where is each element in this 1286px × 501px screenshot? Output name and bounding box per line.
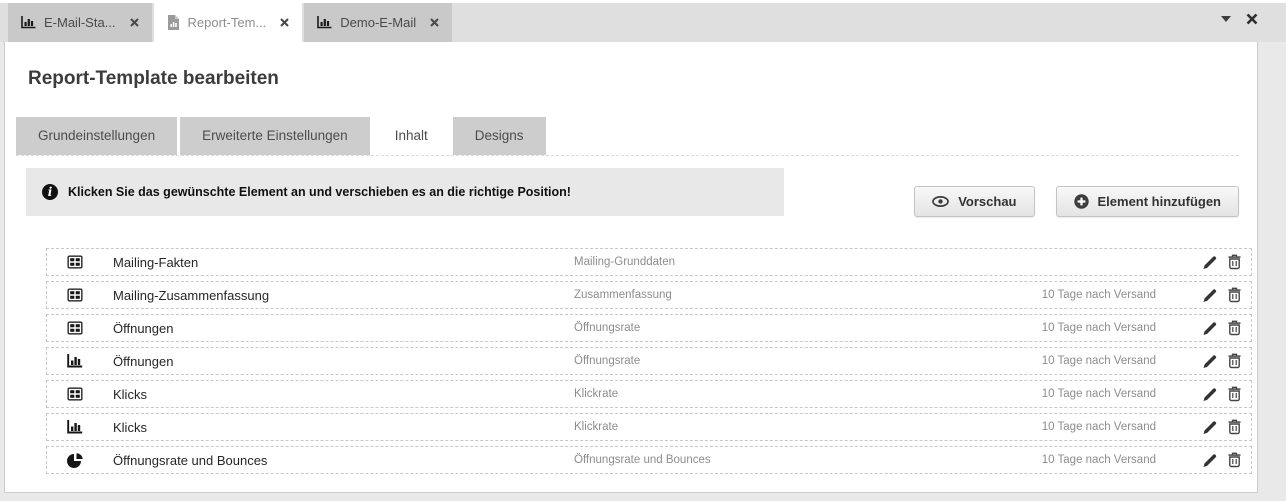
caret-down-icon[interactable]: [1221, 16, 1231, 22]
element-title: Mailing-Zusammenfassung: [113, 288, 269, 303]
toolbar: i Klicken Sie das gewünschte Element an …: [26, 168, 1239, 217]
table-icon: [67, 255, 83, 269]
pie-chart-icon: [67, 453, 83, 468]
element-type-icon-cell: [67, 354, 86, 368]
element-type-label: Öffnungsrate: [574, 355, 640, 367]
window-tab-bar: E-Mail-Sta... Report-Tem...: [0, 0, 1286, 42]
close-icon[interactable]: [1246, 13, 1258, 25]
element-title: Mailing-Fakten: [113, 255, 198, 270]
page-title: Report-Template bearbeiten: [28, 68, 1239, 90]
bar-chart-icon: [21, 16, 36, 29]
table-icon: [67, 321, 83, 335]
delete-trash-icon[interactable]: [1228, 420, 1241, 435]
element-schedule: 10 Tage nach Versand: [1042, 421, 1156, 433]
plus-circle-icon: [1074, 194, 1089, 209]
element-type-label: Mailing-Grunddaten: [574, 256, 675, 268]
delete-trash-icon[interactable]: [1228, 321, 1241, 336]
settings-tab[interactable]: Grundeinstellungen: [16, 117, 177, 155]
preview-button-label: Vorschau: [958, 194, 1016, 209]
content-panel: Report-Template bearbeiten Grundeinstell…: [4, 42, 1258, 493]
edit-pencil-icon[interactable]: [1203, 354, 1217, 368]
element-type-icon-cell: [67, 420, 86, 434]
edit-pencil-icon[interactable]: [1203, 453, 1217, 467]
element-title: Öffnungen: [113, 354, 173, 369]
preview-button[interactable]: Vorschau: [914, 186, 1034, 217]
row-actions: [1203, 354, 1241, 369]
window-tab-label: Report-Tem...: [188, 15, 267, 30]
info-icon: i: [42, 184, 58, 200]
table-icon: [67, 387, 83, 401]
element-title: Klicks: [113, 420, 147, 435]
element-schedule: 10 Tage nach Versand: [1042, 289, 1156, 301]
app-window: E-Mail-Sta... Report-Tem...: [0, 0, 1286, 501]
element-title: Öffnungsrate und Bounces: [113, 453, 267, 468]
element-type-icon-cell: [67, 321, 86, 335]
bar-chart-icon: [67, 354, 83, 368]
tab-close-icon[interactable]: [280, 18, 289, 27]
window-tab-label: E-Mail-Sta...: [44, 15, 116, 30]
settings-tab[interactable]: Erweiterte Einstellungen: [180, 117, 370, 155]
bar-chart-icon: [67, 420, 83, 434]
action-buttons: Vorschau Element hinzufügen: [914, 186, 1239, 217]
row-actions: [1203, 321, 1241, 336]
window-tab[interactable]: Report-Tem...: [154, 3, 303, 42]
edit-pencil-icon[interactable]: [1203, 321, 1217, 335]
delete-trash-icon[interactable]: [1228, 354, 1241, 369]
info-text: Klicken Sie das gewünschte Element an un…: [68, 185, 571, 199]
row-actions: [1203, 420, 1241, 435]
window-tab[interactable]: E-Mail-Sta...: [8, 3, 152, 42]
element-title: Klicks: [113, 387, 147, 402]
delete-trash-icon[interactable]: [1228, 288, 1241, 303]
edit-pencil-icon[interactable]: [1203, 255, 1217, 269]
element-type-icon-cell: [67, 387, 86, 401]
delete-trash-icon[interactable]: [1228, 387, 1241, 402]
settings-tab[interactable]: Designs: [453, 117, 546, 155]
element-schedule: 10 Tage nach Versand: [1042, 355, 1156, 367]
element-schedule: 10 Tage nach Versand: [1042, 322, 1156, 334]
settings-tab[interactable]: Inhalt: [373, 117, 450, 155]
element-row[interactable]: Mailing-Fakten Mailing-Grunddaten: [46, 248, 1252, 276]
delete-trash-icon[interactable]: [1228, 453, 1241, 468]
element-type-label: Öffnungsrate und Bounces: [574, 454, 711, 466]
info-banner: i Klicken Sie das gewünschte Element an …: [26, 168, 784, 216]
element-type-icon-cell: [67, 288, 86, 302]
edit-pencil-icon[interactable]: [1203, 420, 1217, 434]
window-tab[interactable]: Demo-E-Mail: [304, 3, 452, 42]
table-icon: [67, 288, 83, 302]
row-actions: [1203, 255, 1241, 270]
window-tab-label: Demo-E-Mail: [340, 15, 416, 30]
edit-pencil-icon[interactable]: [1203, 288, 1217, 302]
bar-chart-icon: [317, 16, 332, 29]
element-row[interactable]: Öffnungsrate und Bounces Öffnungsrate un…: [46, 446, 1252, 474]
element-schedule: 10 Tage nach Versand: [1042, 388, 1156, 400]
element-type-label: Zusammenfassung: [574, 289, 672, 301]
tab-close-icon[interactable]: [430, 18, 439, 27]
settings-tabs: Grundeinstellungen Erweiterte Einstellun…: [16, 117, 1239, 156]
element-row[interactable]: Öffnungen Öffnungsrate 10 Tage nach Vers…: [46, 314, 1252, 342]
delete-trash-icon[interactable]: [1228, 255, 1241, 270]
window-controls: [1221, 13, 1258, 25]
tab-close-icon[interactable]: [130, 18, 139, 27]
element-row[interactable]: Klicks Klickrate 10 Tage nach Versand: [46, 413, 1252, 441]
element-list: Mailing-Fakten Mailing-Grunddaten: [46, 248, 1252, 474]
edit-pencil-icon[interactable]: [1203, 387, 1217, 401]
element-row[interactable]: Klicks Klickrate 10 Tage nach Versand: [46, 380, 1252, 408]
element-schedule: 10 Tage nach Versand: [1042, 454, 1156, 466]
element-row[interactable]: Mailing-Zusammenfassung Zusammenfassung …: [46, 281, 1252, 309]
element-type-label: Klickrate: [574, 388, 618, 400]
row-actions: [1203, 288, 1241, 303]
add-element-button-label: Element hinzufügen: [1098, 194, 1222, 209]
file-chart-icon: [167, 15, 180, 30]
element-type-label: Öffnungsrate: [574, 322, 640, 334]
element-title: Öffnungen: [113, 321, 173, 336]
element-row[interactable]: Öffnungen Öffnungsrate 10 Tage nach Vers…: [46, 347, 1252, 375]
eye-icon: [932, 196, 949, 207]
element-type-icon-cell: [67, 255, 86, 269]
row-actions: [1203, 453, 1241, 468]
add-element-button[interactable]: Element hinzufügen: [1056, 186, 1240, 217]
element-type-icon-cell: [67, 453, 86, 468]
row-actions: [1203, 387, 1241, 402]
element-type-label: Klickrate: [574, 421, 618, 433]
